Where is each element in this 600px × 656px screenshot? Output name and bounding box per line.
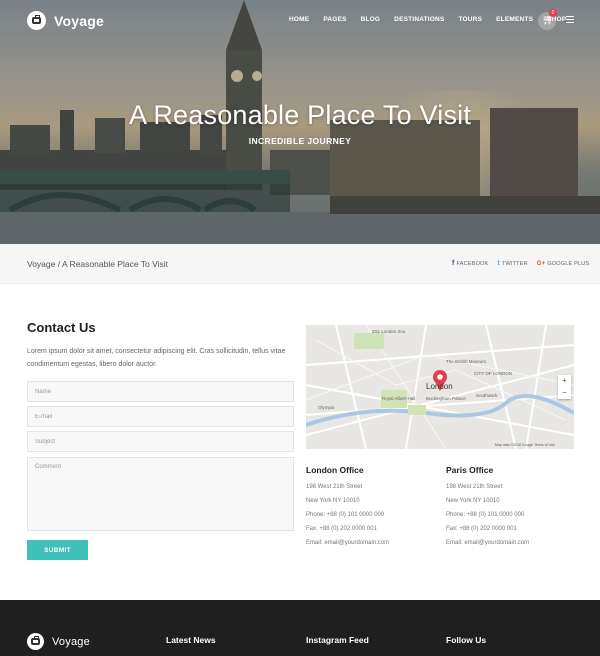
map-city-label: London [426, 382, 453, 391]
breadcrumb-bar: Voyage / A Reasonable Place To Visit f F… [0, 244, 600, 284]
nav-destinations[interactable]: DESTINATIONS [394, 16, 444, 23]
zoom-in-button[interactable]: + [558, 375, 571, 387]
brand-name: Voyage [54, 12, 104, 29]
google-map[interactable]: London ZSL London Zoo The British Museum… [306, 325, 574, 449]
map-label-southwark: Southwark [476, 393, 498, 398]
office-city: New York NY 10010 [306, 498, 360, 504]
map-label-zoo: ZSL London Zoo [372, 329, 406, 334]
breadcrumb-current: A Reasonable Place To Visit [62, 259, 169, 269]
subject-field[interactable] [27, 431, 294, 452]
nav-elements[interactable]: ELEMENTS [496, 16, 533, 23]
nav-blog[interactable]: BLOG [361, 16, 381, 23]
hero-title: A Reasonable Place To Visit [128, 100, 472, 130]
share-facebook-label: FACEBOOK [456, 260, 489, 267]
hero-subtitle: INCREDIBLE JOURNEY [248, 136, 352, 146]
breadcrumb: Voyage / A Reasonable Place To Visit [27, 259, 168, 269]
office-title: Paris Office [446, 465, 494, 475]
contact-title: Contact Us [27, 320, 96, 335]
share-links: f FACEBOOK t TWITTER G+ GOOGLE PLUS [452, 260, 589, 267]
office-city: New York NY 10010 [446, 498, 500, 504]
map-zoom-control: + − [558, 375, 571, 399]
suitcase-icon [27, 633, 44, 650]
office-fax: Fax: +88 (0) 202 0000 001 [306, 526, 377, 532]
submit-button[interactable]: SUBMIT [27, 540, 88, 560]
nav-home[interactable]: HOME [289, 16, 309, 23]
office-fax: Fax: +88 (0) 202 0000 001 [446, 526, 517, 532]
hamburger-menu-icon[interactable] [566, 16, 574, 23]
breadcrumb-separator: / [55, 259, 62, 269]
map-label-royal-albert-hall: Royal Albert Hall [382, 396, 416, 401]
google-plus-icon: G+ [536, 260, 546, 267]
facebook-icon: f [452, 260, 455, 267]
suitcase-icon [27, 11, 46, 30]
office-email[interactable]: Email: email@yourdomain.com [446, 540, 529, 546]
share-twitter-label: TWITTER [501, 260, 528, 267]
cart-count-badge: 0 [549, 9, 557, 17]
share-twitter[interactable]: t TWITTER [497, 260, 527, 267]
email-field[interactable] [27, 406, 294, 427]
office-title: London Office [306, 465, 364, 475]
main-menu: HOME PAGES BLOG DESTINATIONS TOURS ELEME… [289, 16, 566, 23]
footer-heading-follow-us: Follow Us [446, 635, 487, 645]
map-label-olympia: Olympia [318, 405, 335, 410]
site-logo[interactable]: Voyage [27, 11, 104, 30]
office-address: 198 West 21th Street [446, 484, 503, 490]
office-phone: Phone: +88 (0) 101 0000 000 [446, 512, 525, 518]
contact-intro-text: Lorem ipsum dolor sit amet, consectetur … [27, 348, 286, 368]
footer: Voyage Latest News Instagram Feed Follow… [0, 600, 600, 656]
hero-banner: Voyage HOME PAGES BLOG DESTINATIONS TOUR… [0, 0, 600, 244]
map-credit: Map data ©2018 Google Terms of Use [495, 443, 555, 447]
nav-tours[interactable]: TOURS [458, 16, 482, 23]
nav-pages[interactable]: PAGES [323, 16, 346, 23]
breadcrumb-home-link[interactable]: Voyage [27, 259, 55, 269]
zoom-out-button[interactable]: − [558, 387, 571, 399]
footer-logo[interactable]: Voyage [27, 633, 90, 650]
office-address: 198 West 21th Street [306, 484, 363, 490]
office-email[interactable]: Email: email@yourdomain.com [306, 540, 389, 546]
map-label-city-of-london: CITY OF LONDON [474, 371, 513, 376]
map-label-buckingham-palace: Buckingham Palace [426, 396, 466, 401]
share-google-plus[interactable]: G+ GOOGLE PLUS [537, 261, 590, 267]
name-field[interactable] [27, 381, 294, 402]
share-google-plus-label: GOOGLE PLUS [547, 260, 590, 267]
comment-field[interactable] [27, 457, 294, 531]
office-phone: Phone: +88 (0) 101 0000 000 [306, 512, 385, 518]
twitter-icon: t [497, 260, 500, 267]
footer-heading-instagram: Instagram Feed [306, 635, 369, 645]
footer-heading-latest-news: Latest News [166, 635, 216, 645]
cart-button[interactable]: 🛒︎ 0 [538, 9, 557, 30]
share-facebook[interactable]: f FACEBOOK [452, 260, 488, 267]
top-navigation: Voyage HOME PAGES BLOG DESTINATIONS TOUR… [0, 0, 600, 42]
map-label-british-museum: The British Museum [446, 359, 487, 364]
footer-brand-name: Voyage [52, 635, 90, 648]
